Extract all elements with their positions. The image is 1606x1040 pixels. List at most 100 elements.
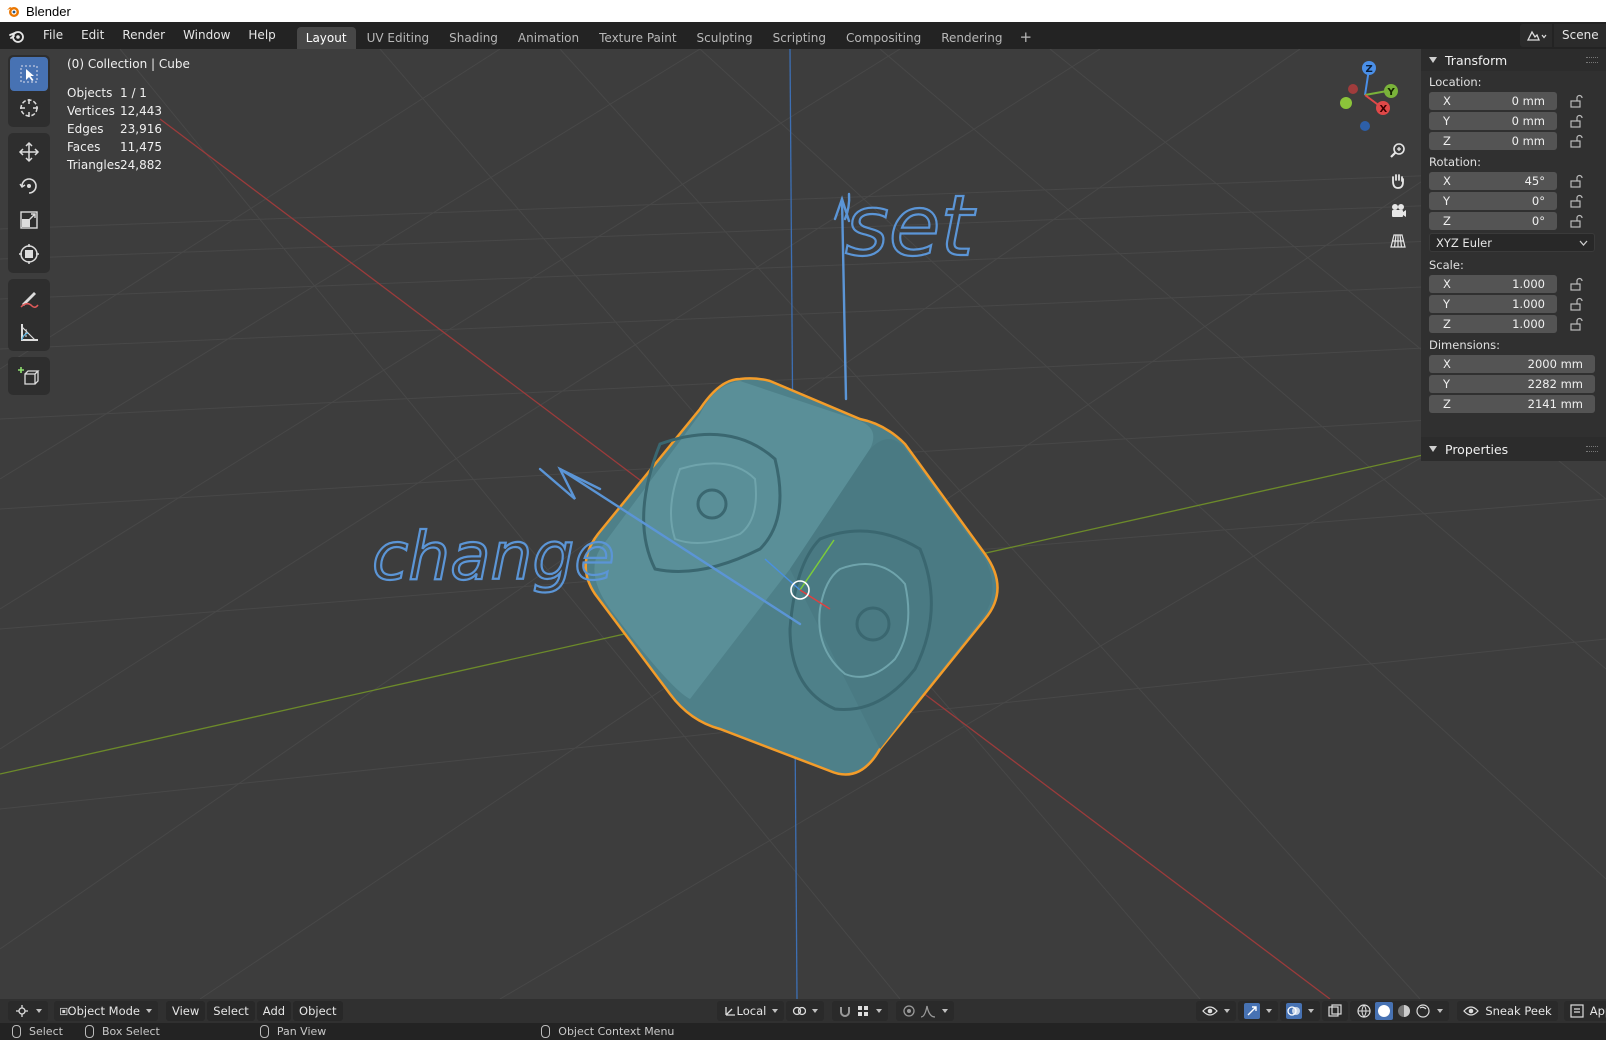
scale-x-field[interactable]: X 1.000: [1429, 274, 1557, 293]
transform-orientation-select[interactable]: Local: [716, 1001, 785, 1021]
rotation-x-field[interactable]: X 45°: [1429, 171, 1557, 190]
menu-help[interactable]: Help: [239, 22, 284, 49]
projection-toggle-button[interactable]: [1385, 228, 1411, 254]
rotation-mode-select[interactable]: XYZ Euler: [1429, 233, 1595, 252]
object-visibility-select[interactable]: [1196, 1001, 1237, 1021]
editor-type-button[interactable]: [8, 1001, 48, 1021]
blender-menu-button[interactable]: [0, 22, 34, 49]
sneak-peek-label: Sneak Peek: [1485, 1004, 1552, 1018]
properties-panel-header[interactable]: Properties: [1421, 437, 1606, 461]
tab-texture-paint[interactable]: Texture Paint: [590, 27, 685, 49]
material-preview-icon[interactable]: [1396, 1003, 1412, 1019]
tab-compositing[interactable]: Compositing: [837, 27, 930, 49]
menu-file[interactable]: File: [34, 22, 72, 49]
cube-mesh[interactable]: [584, 377, 999, 776]
lock-rotation-y-button[interactable]: [1565, 192, 1587, 210]
unlock-icon: [1570, 214, 1583, 228]
scale-tool[interactable]: [10, 203, 48, 237]
tab-rendering[interactable]: Rendering: [932, 27, 1011, 49]
menu-render[interactable]: Render: [113, 22, 174, 49]
pan-view-button[interactable]: [1385, 168, 1411, 194]
rendered-shading-icon[interactable]: [1415, 1003, 1431, 1019]
menu-edit[interactable]: Edit: [72, 22, 113, 49]
lock-rotation-z-button[interactable]: [1565, 212, 1587, 230]
stat-label: Objects: [67, 86, 113, 100]
navigation-gizmo[interactable]: Z Y X: [1325, 55, 1405, 135]
tab-layout[interactable]: Layout: [296, 27, 356, 49]
tab-sculpting[interactable]: Sculpting: [688, 27, 762, 49]
tab-shading[interactable]: Shading: [440, 27, 507, 49]
scale-z-field[interactable]: Z 1.000: [1429, 314, 1557, 333]
rotation-y-field[interactable]: Y 0°: [1429, 191, 1557, 210]
gizmo-z-label: Z: [1366, 64, 1373, 75]
status-box-select-hint: Box Select: [84, 1025, 160, 1038]
overlays-toggle[interactable]: [1280, 1001, 1321, 1021]
annotate-tool[interactable]: [10, 281, 48, 315]
lock-rotation-x-button[interactable]: [1565, 172, 1587, 190]
lock-location-y-button[interactable]: [1565, 112, 1587, 130]
transform-panel-header[interactable]: Transform: [1421, 49, 1606, 71]
location-x-field[interactable]: X 0 mm: [1429, 91, 1557, 110]
drag-grip-icon[interactable]: [1586, 57, 1598, 63]
3d-viewport[interactable]: set change (0) Collection | Cube Objects…: [0, 49, 1606, 999]
mode-select[interactable]: Object Mode: [54, 1001, 158, 1021]
camera-icon: [1392, 204, 1406, 217]
dimensions-label: Dimensions:: [1429, 338, 1500, 352]
xray-toggle[interactable]: [1322, 1001, 1349, 1021]
menu-window[interactable]: Window: [174, 22, 239, 49]
unlock-icon: [1570, 134, 1583, 148]
transform-tool[interactable]: [10, 237, 48, 271]
gizmo-toggle[interactable]: [1238, 1001, 1279, 1021]
drag-grip-icon[interactable]: [1586, 446, 1598, 452]
view-menu[interactable]: View: [166, 1001, 206, 1021]
stat-label: Triangles: [67, 158, 121, 172]
snap-toggle[interactable]: [832, 1001, 889, 1021]
pivot-point-select[interactable]: [786, 1001, 825, 1021]
chevron-down-icon[interactable]: [1437, 1009, 1444, 1013]
stat-value: 12,443: [120, 104, 162, 118]
dimensions-x-field[interactable]: X 2000 mm: [1429, 354, 1595, 373]
field-value: 0°: [1531, 213, 1545, 228]
scene-browse-button[interactable]: [1520, 24, 1552, 47]
tab-uv-editing[interactable]: UV Editing: [358, 27, 439, 49]
unlock-icon: [1570, 174, 1583, 188]
zoom-icon: [1390, 143, 1405, 158]
sneak-peek-button[interactable]: Sneak Peek: [1457, 1001, 1558, 1021]
select-menu[interactable]: Select: [207, 1001, 255, 1021]
field-value: 1.000: [1512, 316, 1545, 331]
add-cube-tool[interactable]: [10, 359, 48, 393]
app-manager-button[interactable]: App Manager: [1563, 1001, 1606, 1021]
wireframe-shading-icon[interactable]: [1356, 1003, 1372, 1019]
lock-scale-x-button[interactable]: [1565, 275, 1587, 293]
hint-text: Select: [29, 1025, 63, 1038]
lock-location-x-button[interactable]: [1565, 92, 1587, 110]
cursor-tool[interactable]: [10, 91, 48, 125]
measure-tool[interactable]: [10, 315, 48, 349]
move-tool[interactable]: [10, 135, 48, 169]
dimensions-y-field[interactable]: Y 2282 mm: [1429, 374, 1595, 393]
lock-location-z-button[interactable]: [1565, 132, 1587, 150]
rotation-z-field[interactable]: Z 0°: [1429, 211, 1557, 230]
add-cube-icon: [18, 367, 40, 385]
solid-shading-icon[interactable]: [1375, 1002, 1394, 1020]
zoom-view-button[interactable]: [1385, 138, 1411, 164]
annotation-set-text: set: [845, 177, 976, 275]
rotate-tool[interactable]: [10, 169, 48, 203]
lock-scale-z-button[interactable]: [1565, 315, 1587, 333]
add-workspace-button[interactable]: +: [1013, 27, 1038, 49]
location-z-field[interactable]: Z 0 mm: [1429, 131, 1557, 150]
scale-y-field[interactable]: Y 1.000: [1429, 294, 1557, 313]
camera-view-button[interactable]: [1385, 198, 1411, 224]
lock-scale-y-button[interactable]: [1565, 295, 1587, 313]
scene-name[interactable]: Scene: [1554, 24, 1606, 47]
select-box-tool[interactable]: [10, 57, 48, 91]
dimensions-z-field[interactable]: Z 2141 mm: [1429, 394, 1595, 413]
object-menu[interactable]: Object: [293, 1001, 343, 1021]
location-y-field[interactable]: Y 0 mm: [1429, 111, 1557, 130]
stat-label: Edges: [67, 122, 104, 136]
tab-animation[interactable]: Animation: [509, 27, 588, 49]
snap-grid-icon: [858, 1006, 869, 1016]
proportional-edit-toggle[interactable]: [896, 1001, 955, 1021]
tab-scripting[interactable]: Scripting: [764, 27, 835, 49]
add-menu[interactable]: Add: [256, 1001, 292, 1021]
